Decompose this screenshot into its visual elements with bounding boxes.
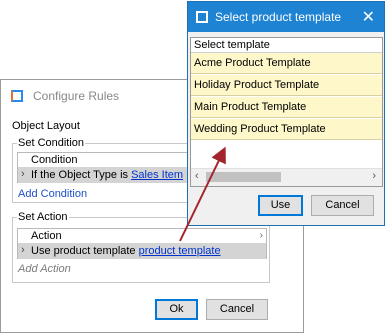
- template-list-header-label: Select template: [194, 39, 270, 51]
- configure-rules-title: Configure Rules: [33, 89, 120, 103]
- list-item-label: Main Product Template: [194, 101, 307, 113]
- object-layout-label: Object Layout: [12, 120, 80, 132]
- action-row-prefix: Use product template: [31, 245, 139, 257]
- list-item[interactable]: Acme Product Template: [191, 53, 382, 74]
- action-row[interactable]: › Use product template product template: [18, 244, 266, 259]
- condition-row-text: If the Object Type is Sales Item: [31, 169, 183, 181]
- list-item-label: Wedding Product Template: [194, 123, 326, 135]
- row-selector-icon: ›: [21, 244, 25, 256]
- list-item-label: Acme Product Template: [194, 57, 311, 69]
- ok-button[interactable]: Ok: [155, 299, 198, 320]
- scroll-right-icon[interactable]: ›: [260, 230, 263, 241]
- list-item[interactable]: Holiday Product Template: [191, 75, 382, 96]
- cancel-button[interactable]: Cancel: [311, 195, 374, 216]
- set-condition-label: Set Condition: [17, 137, 86, 149]
- row-selector-icon: ›: [21, 168, 25, 180]
- select-template-titlebar[interactable]: Select product template ✕: [188, 2, 384, 32]
- app-icon: [196, 11, 208, 23]
- add-condition-link[interactable]: Add Condition: [18, 188, 87, 200]
- select-template-title: Select product template: [215, 10, 342, 24]
- set-action-label: Set Action: [17, 211, 69, 223]
- scrollbar-thumb[interactable]: [206, 172, 281, 182]
- list-item[interactable]: Wedding Product Template: [191, 119, 382, 140]
- action-grid: Action › › Use product template product …: [17, 228, 267, 259]
- list-item[interactable]: Main Product Template: [191, 97, 382, 118]
- cancel-button[interactable]: Cancel: [206, 299, 268, 320]
- sales-item-link[interactable]: Sales Item: [131, 169, 183, 181]
- template-list-header: Select template: [191, 38, 382, 53]
- close-icon[interactable]: ✕: [362, 7, 375, 27]
- scroll-right-icon[interactable]: ›: [372, 170, 376, 182]
- action-header-label: Action: [31, 230, 62, 242]
- condition-row-prefix: If the Object Type is: [31, 169, 132, 181]
- select-template-dialog: Select product template ✕ Select templat…: [187, 1, 385, 226]
- action-column-header[interactable]: Action ›: [18, 229, 266, 244]
- condition-header-label: Condition: [31, 154, 78, 166]
- horizontal-scrollbar[interactable]: ‹ ›: [191, 168, 382, 186]
- product-template-link[interactable]: product template: [139, 245, 221, 257]
- template-listbox[interactable]: Select template Acme Product Template Ho…: [190, 37, 383, 187]
- action-row-text: Use product template product template: [31, 245, 221, 257]
- use-button[interactable]: Use: [258, 195, 303, 216]
- add-action-link[interactable]: Add Action: [18, 263, 71, 275]
- list-item-label: Holiday Product Template: [194, 79, 320, 91]
- app-icon: [11, 90, 23, 102]
- scroll-left-icon[interactable]: ‹: [195, 170, 199, 182]
